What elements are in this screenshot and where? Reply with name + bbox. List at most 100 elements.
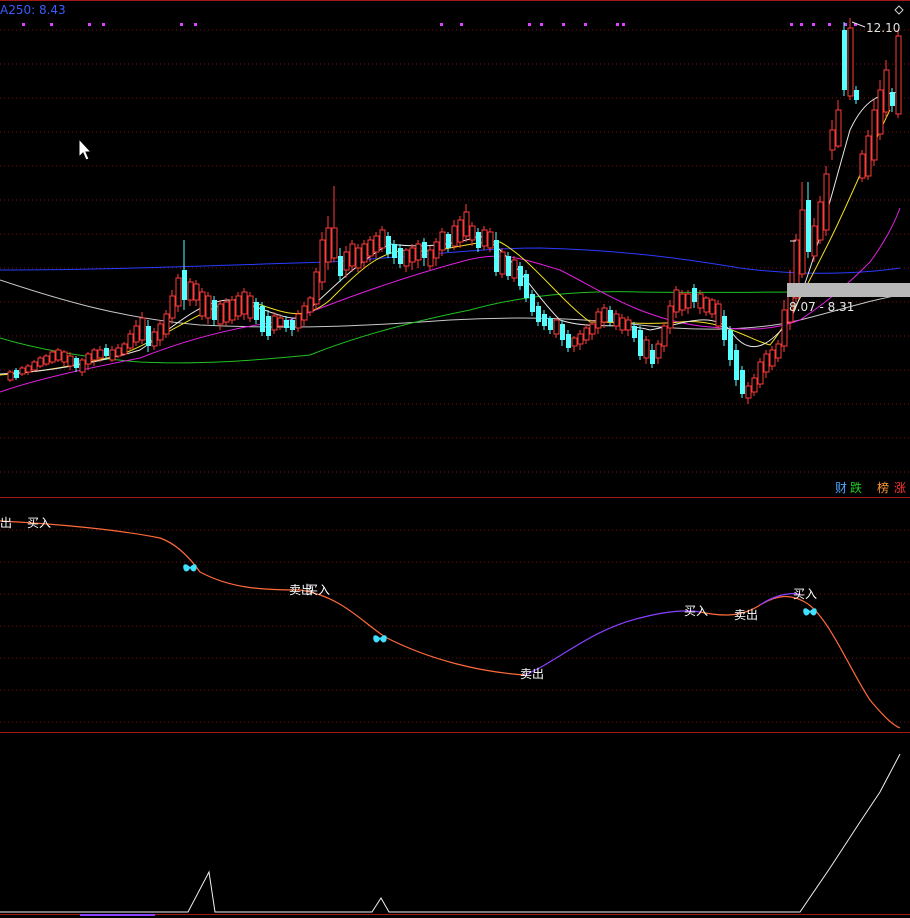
candlestick — [775, 340, 782, 362]
candlestick — [476, 228, 481, 252]
badge-group[interactable]: 财 跌 榜 涨 — [835, 480, 906, 495]
signal-curve-orange — [0, 520, 526, 676]
grid-lines — [0, 29, 910, 723]
candlestick — [865, 130, 872, 180]
candlestick — [451, 220, 458, 250]
candlestick — [361, 240, 368, 268]
candlestick — [463, 204, 470, 242]
candlestick — [235, 292, 242, 320]
candlestick — [392, 240, 397, 264]
candlestick — [566, 330, 571, 352]
candlestick — [679, 290, 686, 316]
candlestick — [247, 292, 254, 322]
candlestick — [499, 248, 506, 278]
candlestick — [481, 226, 488, 250]
candlestick — [325, 216, 332, 270]
candlestick — [290, 318, 295, 336]
signal-label-5: 卖出 — [520, 667, 544, 681]
candlestick — [163, 310, 170, 338]
candlestick — [548, 316, 553, 334]
candlestick — [883, 60, 890, 118]
badge-fall[interactable]: 跌 — [850, 480, 862, 495]
candlestick — [709, 298, 716, 318]
candlestick — [673, 286, 680, 318]
candlestick — [469, 222, 476, 246]
candlestick — [728, 326, 733, 366]
candlestick — [14, 368, 19, 380]
panel-dividers — [0, 0, 910, 915]
candlestick — [355, 244, 362, 272]
candlestick — [55, 348, 62, 362]
candlestick — [542, 310, 547, 330]
candlestick — [817, 196, 824, 244]
candlestick — [61, 350, 68, 366]
candlestick — [379, 226, 386, 252]
candlestick — [757, 358, 764, 388]
candlestick — [43, 354, 50, 366]
candlestick — [49, 350, 56, 364]
badge-rank[interactable]: 榜 — [877, 480, 889, 495]
candlestick — [734, 344, 739, 386]
candlestick — [511, 256, 518, 282]
candlestick — [625, 316, 632, 336]
diamond-icon[interactable] — [894, 5, 904, 15]
candlestick — [571, 336, 578, 352]
candlestick — [638, 326, 643, 360]
candlestick — [769, 346, 776, 370]
candlestick — [722, 310, 727, 346]
candlestick — [319, 232, 326, 290]
candlestick — [806, 182, 811, 258]
candlestick — [781, 300, 788, 352]
candlestick — [895, 30, 902, 118]
candlestick — [457, 216, 464, 248]
candlestick — [661, 322, 668, 352]
candlestick — [811, 218, 818, 262]
stock-chart-canvas[interactable]: A250: 8.43 12.10 8.07 - 8.31 财 跌 榜 涨 出 买… — [0, 0, 910, 918]
candlestick — [7, 370, 14, 382]
candlestick — [823, 166, 830, 236]
candlestick — [212, 296, 217, 326]
ma-blue-line — [0, 247, 901, 274]
candlestick — [799, 182, 806, 278]
mouse-cursor-icon — [78, 138, 93, 161]
signal-label-4: 买入 — [306, 583, 330, 597]
butterfly-icon — [803, 608, 817, 616]
candlestick — [301, 302, 308, 326]
signal-label-8: 买入 — [793, 587, 817, 601]
badge-rise[interactable]: 涨 — [894, 480, 906, 495]
candlestick — [284, 316, 289, 332]
candlestick — [715, 300, 722, 330]
candlestick — [487, 228, 494, 252]
candlestick — [583, 324, 590, 344]
candlestick — [643, 336, 650, 364]
candlestick — [373, 232, 380, 258]
candlestick — [692, 284, 697, 308]
candlestick — [271, 312, 278, 334]
candlestick — [601, 304, 608, 328]
candlestick — [223, 298, 230, 326]
candlestick — [115, 344, 122, 358]
candlestick — [740, 366, 745, 398]
candlestick — [871, 100, 878, 166]
candlestick — [398, 244, 403, 268]
signal-curve-orange-3 — [807, 603, 901, 729]
candlestick — [859, 150, 866, 182]
badge-finance[interactable]: 财 — [835, 481, 847, 495]
candlestick — [439, 228, 446, 256]
candlestick — [763, 350, 770, 378]
candlestick — [127, 330, 134, 350]
candlestick — [536, 302, 541, 326]
candlestick — [745, 382, 752, 404]
candlestick — [427, 246, 434, 270]
candlestick — [133, 320, 140, 346]
candlestick — [67, 352, 74, 370]
candlestick — [79, 358, 86, 376]
signal-dots-row — [22, 23, 857, 26]
candlestick — [139, 312, 146, 344]
candlestick — [338, 248, 343, 282]
candlestick — [85, 352, 92, 370]
candlestick — [877, 80, 884, 140]
candlestick — [433, 238, 440, 266]
signal-curve-purple — [524, 610, 701, 676]
candlestick — [890, 88, 895, 112]
